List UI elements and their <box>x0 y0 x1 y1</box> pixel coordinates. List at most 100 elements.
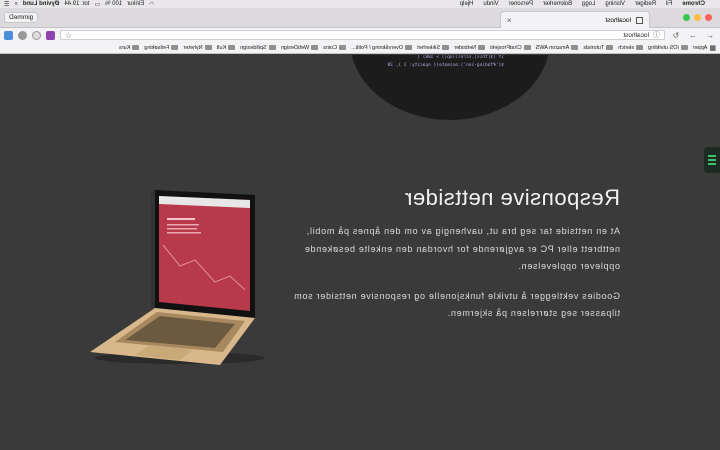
menubar-status: ◠ Eirikur 100 % ▭ tor. 19.44 Øyvind Lund… <box>0 1 154 8</box>
bookmark-folder[interactable]: Spilldesign <box>240 45 276 51</box>
bookmark-label: Kurs <box>119 44 131 51</box>
folder-icon <box>132 45 140 50</box>
menu-app-name[interactable]: Chrome <box>677 1 710 7</box>
menu-fil[interactable]: Fil <box>661 1 677 7</box>
bookmark-label: iOS utvikling <box>648 44 679 51</box>
folder-icon <box>478 45 486 50</box>
menu-rediger[interactable]: Rediger <box>630 1 661 7</box>
window-controls <box>683 14 712 21</box>
bookmark-label: Feilsøking <box>144 44 170 51</box>
menubar-user-chip[interactable]: Eirikur <box>127 1 144 7</box>
page-favicon-icon <box>636 16 643 24</box>
bookmark-folder[interactable]: Amazon AWS <box>536 45 579 51</box>
apps-grid-icon: ▦ <box>709 44 716 52</box>
bookmark-star-icon[interactable]: ☆ <box>65 31 72 40</box>
menu-visning[interactable]: Visning <box>600 1 630 7</box>
close-tab-icon[interactable]: × <box>507 16 512 25</box>
bookmark-folder[interactable]: Coins <box>323 44 347 51</box>
address-text[interactable]: localhost <box>623 32 649 39</box>
battery-percent: 100 % <box>105 1 123 7</box>
bookmark-label: Tutorials <box>583 44 605 51</box>
hero-title: Responsive nettsider <box>404 185 620 210</box>
code-snippet-circle: if ($(this).scrollTop() > 180) { $('#fad… <box>350 55 550 120</box>
cast-icon[interactable] <box>4 30 13 40</box>
folder-icon <box>268 45 276 50</box>
bookmark-label: sketch <box>618 44 635 51</box>
wifi-icon[interactable]: ◠ <box>149 1 154 8</box>
menu-vindu[interactable]: Vindu <box>478 1 503 7</box>
zoom-window-button[interactable] <box>683 14 690 21</box>
hamburger-menu-icon <box>708 155 716 157</box>
mirrored-screenshot: Chrome Fil Rediger Visning Logg Bokmerke… <box>0 0 720 450</box>
folder-icon <box>680 45 688 50</box>
folder-icon <box>636 45 644 50</box>
folder-icon <box>405 45 413 50</box>
hero-paragraph: Goodies vektlegger å utvikle funksjonell… <box>293 290 620 319</box>
forward-icon[interactable]: → <box>687 31 699 40</box>
laptop-illustration <box>90 190 265 365</box>
code-line: if ($(this).scrollTop() > 180) { <box>417 55 504 60</box>
folder-icon <box>204 45 212 50</box>
profile-button[interactable]: gimmeD <box>4 12 39 23</box>
bookmark-label: Nyheter <box>183 44 203 51</box>
back-icon[interactable]: ← <box>704 31 716 40</box>
screen: Chrome Fil Rediger Visning Logg Bokmerke… <box>0 0 720 450</box>
bookmark-folder[interactable]: Nyheter <box>183 44 212 51</box>
reload-icon[interactable]: ↻ <box>670 31 682 40</box>
hero-text: Responsive nettsider At en nettside tar … <box>280 185 620 335</box>
bookmark-folder[interactable]: Overvåkning / Politi... <box>351 44 413 51</box>
bookmark-label: ChatProsjekt <box>490 44 522 51</box>
bookmark-folder[interactable]: sketch <box>618 44 644 51</box>
extension-icon[interactable] <box>46 30 55 40</box>
spotlight-icon[interactable]: ⌕ <box>14 1 17 8</box>
battery-icon[interactable]: ▭ <box>94 1 100 8</box>
folder-icon <box>606 45 614 50</box>
bookmark-label: WebDesign <box>280 44 310 51</box>
browser-tabbar: localhost × gimmeD <box>0 8 720 28</box>
bookmark-folder[interactable]: iOS utvikling <box>648 45 688 51</box>
menu-hjelp[interactable]: Hjelp <box>455 1 479 7</box>
folder-icon <box>228 45 236 50</box>
macos-menubar: Chrome Fil Rediger Visning Logg Bokmerke… <box>0 0 720 8</box>
bookmark-apps[interactable]: ▦ Apper <box>693 44 716 52</box>
menu-bokmerker[interactable]: Bokmerker <box>538 1 577 7</box>
bookmark-label: Coins <box>323 44 338 51</box>
hero-paragraph: At en nettside tar seg bra ut, uavhengig… <box>304 226 620 271</box>
browser-toolbar: ← → ↻ ⓘ localhost ☆ <box>0 28 720 42</box>
bookmark-folder[interactable]: WebDesign <box>280 44 319 51</box>
menu-logg[interactable]: Logg <box>577 1 600 7</box>
bookmarks-bar: ▦ Apper iOS utvikling sketch Tutorials Am… <box>0 42 720 54</box>
menu-personer[interactable]: Personer <box>504 1 538 7</box>
bookmark-folder[interactable]: ChatProsjekt <box>490 45 531 51</box>
username[interactable]: Øyvind Lund <box>23 1 60 7</box>
close-window-button[interactable] <box>705 14 712 21</box>
tab-title: localhost <box>605 16 631 24</box>
extension-icon[interactable] <box>18 30 27 40</box>
bookmark-folder[interactable]: Kult <box>216 44 236 51</box>
minimize-window-button[interactable] <box>694 14 701 21</box>
extension-icon[interactable] <box>32 30 41 40</box>
page-content: if ($(this).scrollTop() > 180) { $('#fad… <box>0 55 720 450</box>
laptop-screen <box>159 196 250 311</box>
bookmark-label: Overvåkning / Politi... <box>351 44 404 51</box>
bookmark-label: Sikkerhet <box>417 44 441 51</box>
folder-icon <box>339 45 347 50</box>
bookmark-label: Kult <box>216 44 227 51</box>
side-menu-button[interactable] <box>704 147 720 173</box>
site-info-icon[interactable]: ⓘ <box>653 30 660 40</box>
clock[interactable]: tor. 19.44 <box>64 1 89 7</box>
code-line: $('#fading-inn').animate({ opacity: 1 },… <box>387 63 505 68</box>
address-bar[interactable]: ⓘ localhost ☆ <box>60 30 665 40</box>
bookmark-folder[interactable]: Feilsøking <box>144 44 179 51</box>
bookmark-folder[interactable]: Nettsider <box>454 44 486 51</box>
folder-icon <box>523 45 531 50</box>
tab-localhost[interactable]: localhost × <box>500 11 650 28</box>
folder-icon <box>571 45 579 50</box>
bookmark-label: Nettsider <box>454 44 477 51</box>
folder-icon <box>171 45 179 50</box>
hamburger-menu-icon <box>708 163 716 165</box>
notification-center-icon[interactable]: ☰ <box>4 1 9 8</box>
bookmark-folder[interactable]: Tutorials <box>583 44 614 51</box>
bookmark-folder[interactable]: Kurs <box>119 44 140 51</box>
bookmark-folder[interactable]: Sikkerhet <box>417 44 450 51</box>
